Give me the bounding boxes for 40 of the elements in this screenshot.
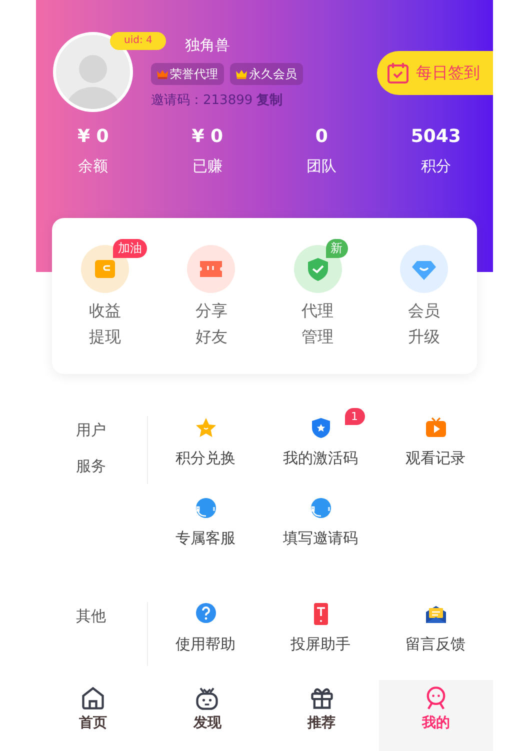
badge: 新 xyxy=(326,239,348,258)
question-icon xyxy=(194,602,218,626)
menu-item[interactable]: 使用帮助 xyxy=(176,602,236,666)
menu-item[interactable]: 留言反馈 xyxy=(406,602,466,666)
menu-item[interactable]: 填写邀请码 xyxy=(283,496,358,548)
stat-label: 积分 xyxy=(420,156,451,176)
user-name: 独角兽 xyxy=(185,35,231,55)
star-icon xyxy=(194,416,218,440)
stat-value: ¥ 0 xyxy=(77,125,109,149)
home-icon xyxy=(80,685,106,711)
uid-badge: uid: 4 xyxy=(110,32,166,50)
section-title: 其他 xyxy=(76,606,106,627)
robot-face-icon xyxy=(194,685,220,711)
gift-icon xyxy=(308,685,335,711)
crown-icon xyxy=(157,69,168,79)
role-tag: 永久会员 xyxy=(230,63,303,85)
action-label[interactable]: 分享好友 xyxy=(195,298,228,350)
stat-label: 余额 xyxy=(78,156,108,176)
menu-item[interactable]: 观看记录 xyxy=(406,416,466,468)
action-label[interactable]: 收益提现 xyxy=(89,298,122,350)
headset-icon xyxy=(194,496,218,520)
calendar-icon xyxy=(386,61,410,85)
crown-icon xyxy=(236,69,247,79)
badge: 加油 xyxy=(113,239,148,258)
menu-item[interactable]: 专属客服 xyxy=(176,496,236,548)
stat-label: 团队 xyxy=(306,156,337,176)
stat-label: 已赚 xyxy=(192,156,222,176)
section-title: 用户服务 xyxy=(76,420,106,477)
invite-code: 邀请码：213899 xyxy=(151,92,253,110)
action-label[interactable]: 会员升级 xyxy=(408,298,440,350)
count-badge: 1 xyxy=(344,408,364,425)
headset-icon xyxy=(308,496,332,520)
stat-value: 0 xyxy=(315,125,328,149)
stat-value: ¥ 0 xyxy=(192,125,224,149)
stat-value: 5043 xyxy=(410,125,461,149)
tv-icon xyxy=(424,416,448,440)
menu-item[interactable]: 积分兑换 xyxy=(176,416,236,468)
role-tag: 荣誉代理 xyxy=(151,63,224,85)
action-label[interactable]: 代理管理 xyxy=(302,298,334,350)
menu-item[interactable]: 投屏助手 xyxy=(290,602,350,666)
